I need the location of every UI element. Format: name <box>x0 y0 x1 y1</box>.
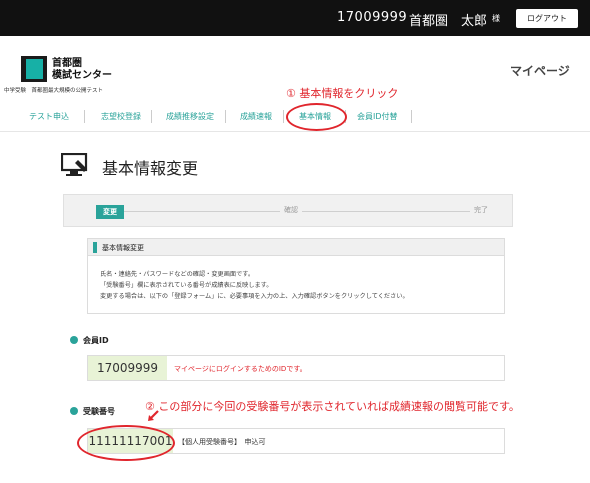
step-confirm: 確認 <box>280 205 302 215</box>
nav-divider <box>283 110 284 123</box>
nav-divider <box>151 110 152 123</box>
page-title: 基本情報変更 <box>102 159 199 178</box>
nav-divider <box>411 110 412 123</box>
nav-divider <box>225 110 226 123</box>
info-line: 「受験番号」欄に表示されている番号が成績表に反映します。 <box>100 282 273 289</box>
annotation-circle-nav <box>286 103 347 131</box>
honorific: 様 <box>492 14 500 23</box>
monitor-edit-icon <box>61 153 88 176</box>
top-bar: 17009999 首都圏 太郎 様 ログアウト <box>0 0 590 36</box>
logo-icon[interactable] <box>21 56 47 82</box>
bullet-icon <box>70 407 78 415</box>
info-marker <box>93 242 97 253</box>
logout-button[interactable]: ログアウト <box>516 9 578 28</box>
user-name: 首都圏 太郎 <box>409 14 488 29</box>
nav-item-school-register[interactable]: 志望校登録 <box>101 111 141 122</box>
logo-subtitle: 中学受験 首都圏最大規模の公開テスト <box>4 88 104 94</box>
mypage-label: マイページ <box>510 64 570 78</box>
instruction-step2: ② この部分に今回の受験番号が表示されていれば成績速報の閲覧可能です。 <box>145 400 520 413</box>
annotation-circle-exam-number <box>77 425 175 461</box>
nav-item-member-id-transfer[interactable]: 会員ID付替 <box>357 111 398 122</box>
info-line: 変更する場合は、以下の「登録フォーム」に、必要事項を入力の上、入力確認ボタンをク… <box>100 293 409 300</box>
member-id-label: 会員ID <box>83 336 109 345</box>
annotation-arrow-icon <box>148 410 159 421</box>
member-id-field: 17009999 マイページにログインするためのIDです。 <box>87 355 505 381</box>
progress-steps: 変更 確認 完了 <box>63 194 513 227</box>
nav-item-score-report[interactable]: 成績速報 <box>240 111 272 122</box>
bullet-icon <box>70 336 78 344</box>
instruction-step1: ① 基本情報をクリック <box>286 87 399 100</box>
nav-item-test-apply[interactable]: テスト申込 <box>29 111 69 122</box>
nav-divider <box>84 110 85 123</box>
member-id-value: 17009999 <box>88 356 167 380</box>
member-id-note: マイページにログインするためのIDです。 <box>174 365 307 373</box>
info-heading: 基本情報変更 <box>102 244 144 252</box>
info-box: 基本情報変更 氏名・連絡先・パスワードなどの確認・変更画面です。 「受験番号」欄… <box>87 238 505 314</box>
info-line: 氏名・連絡先・パスワードなどの確認・変更画面です。 <box>100 271 255 278</box>
steps-line <box>124 211 486 212</box>
nav-item-score-trend[interactable]: 成績推移設定 <box>166 111 214 122</box>
step-edit: 変更 <box>96 205 124 219</box>
step-complete: 完了 <box>470 205 492 215</box>
exam-number-label: 受験番号 <box>83 407 115 416</box>
logo-line2: 模試センター <box>52 70 112 81</box>
exam-number-note: 【個人用受験番号】 申込可 <box>178 438 266 446</box>
info-box-header: 基本情報変更 <box>88 239 504 256</box>
user-id: 17009999 <box>337 10 408 25</box>
